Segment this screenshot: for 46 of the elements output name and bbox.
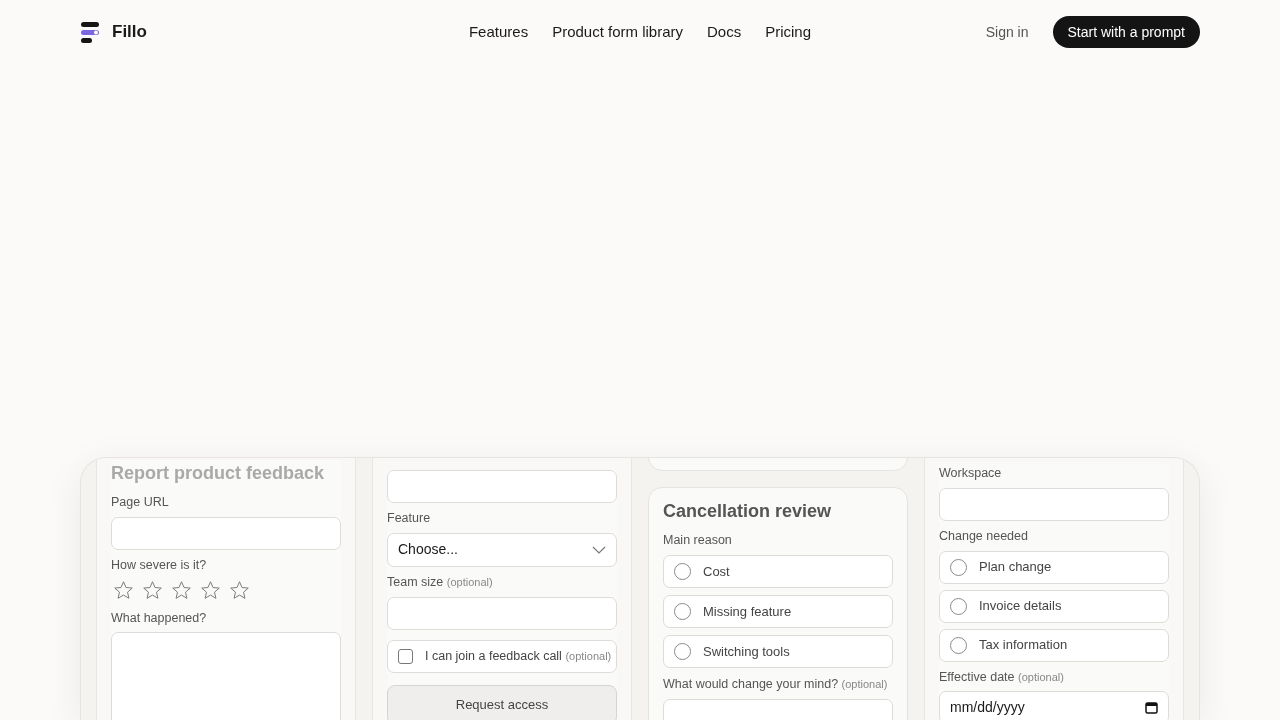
form-title: Cancellation review	[663, 500, 833, 523]
sign-in-link[interactable]: Sign in	[985, 21, 1029, 43]
checkbox-option[interactable]: I can join a feedback call (optional)	[387, 639, 617, 673]
star-icon[interactable]	[142, 579, 163, 601]
start-button[interactable]: Start with a prompt	[1052, 16, 1200, 48]
star-icon[interactable]	[171, 579, 192, 601]
field-label: Workspace	[939, 465, 1003, 482]
radio-option[interactable]: Plan change	[939, 550, 1169, 584]
form-title: Report product feedback	[111, 462, 326, 485]
optional-hint: (optional)	[446, 575, 493, 588]
nav-link[interactable]: Product form library	[552, 20, 683, 44]
field-label: Main reason	[663, 532, 733, 549]
nav-link[interactable]: Pricing	[765, 20, 812, 44]
input-field[interactable]	[387, 596, 617, 630]
radio-option[interactable]: Cost	[663, 554, 893, 588]
input-field[interactable]	[939, 487, 1169, 521]
optional-hint: (optional)	[841, 677, 888, 690]
radio-option[interactable]: Invoice details	[939, 589, 1169, 623]
field-label: Team size	[387, 574, 444, 589]
submit-button[interactable]: Request access	[387, 684, 617, 720]
field-label: What happened?	[111, 609, 208, 627]
field-label: What would change your mind?	[663, 676, 839, 691]
logo-icon	[80, 21, 100, 44]
star-icon[interactable]	[200, 579, 221, 601]
star-icon[interactable]	[229, 579, 250, 601]
field-label: How severe is it?	[111, 556, 208, 574]
brand-name[interactable]: Fillo	[112, 19, 147, 45]
radio-option[interactable]: Missing feature	[663, 594, 893, 628]
checkbox[interactable]	[398, 648, 413, 664]
input-field[interactable]	[111, 516, 341, 550]
field-label: Effective date	[939, 669, 1015, 684]
select-field[interactable]: Choose...	[387, 532, 617, 567]
field-label: Feature	[387, 510, 432, 527]
star-rating[interactable]	[113, 579, 250, 601]
calendar-icon[interactable]	[1145, 701, 1158, 715]
field-label: Change needed	[939, 527, 1029, 545]
star-icon[interactable]	[113, 579, 134, 601]
radio-option[interactable]: Tax information	[939, 628, 1169, 662]
field-label: Page URL	[111, 494, 170, 511]
input-field[interactable]	[387, 470, 617, 503]
date-field[interactable]: mm/dd/yyyy	[939, 691, 1169, 720]
radio-option[interactable]: Switching tools	[663, 634, 893, 668]
chevron-down-icon	[592, 545, 606, 554]
optional-hint: (optional)	[1018, 670, 1064, 683]
nav-link[interactable]: Docs	[707, 20, 742, 44]
nav-link[interactable]: Features	[468, 20, 529, 44]
